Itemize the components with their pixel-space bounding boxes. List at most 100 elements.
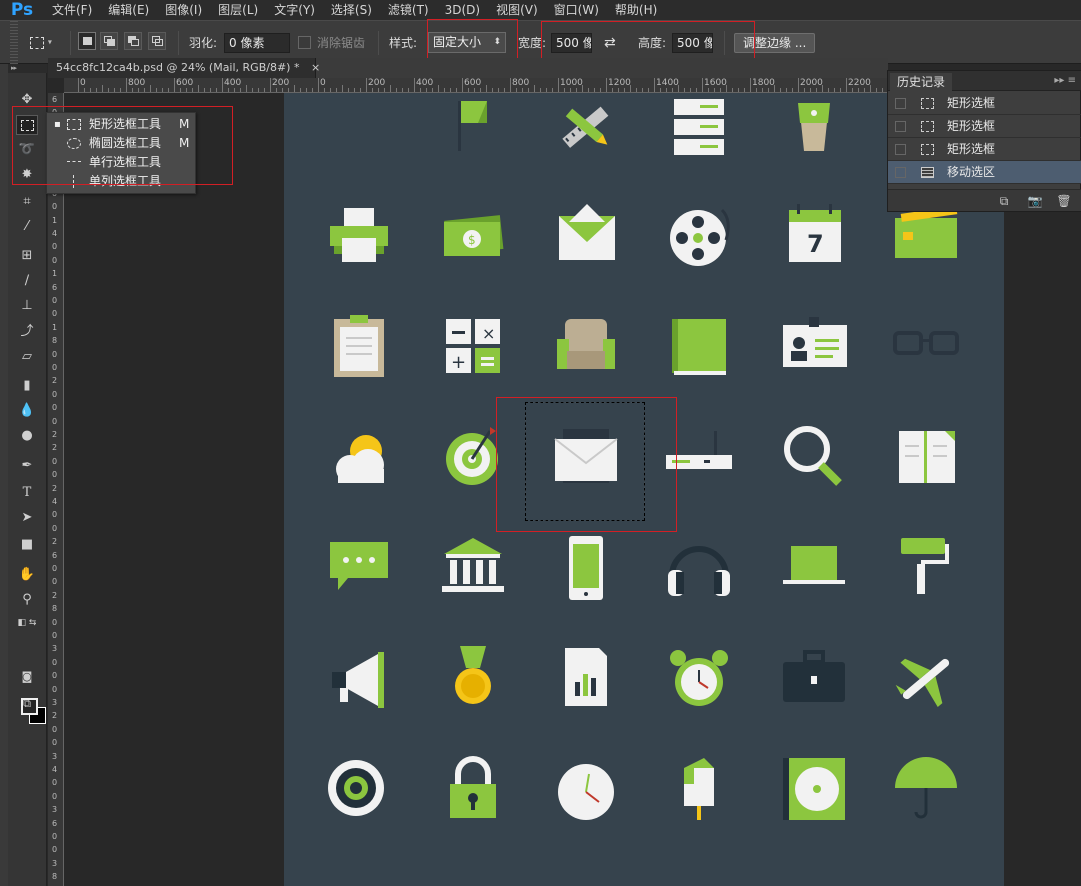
blur-tool-icon[interactable]: 💧 (16, 401, 38, 421)
screen-mode-icon[interactable]: ⧉ (16, 694, 38, 714)
clone-stamp-tool-icon[interactable]: ⊥ (16, 296, 38, 316)
menu-window[interactable]: 窗口(W) (546, 0, 607, 20)
ruler-minor-tick (150, 85, 151, 92)
crop-tool-icon[interactable]: ⌗ (16, 192, 38, 212)
close-icon[interactable]: × (311, 61, 320, 74)
ruler-minor-tick (504, 88, 505, 92)
history-panel: 历史记录 ▸▸ ≡ 矩形选框 矩形选框 矩形选框 移动选区 ⧉ 📷 🗑 (887, 70, 1081, 212)
move-tool-icon[interactable]: ✥ (16, 90, 38, 110)
menu-type[interactable]: 文字(Y) (266, 0, 323, 20)
ruler-minor-tick (408, 88, 409, 92)
coffee-cup-icon (779, 93, 849, 163)
refine-edge-button[interactable]: 调整边缘 ... (734, 33, 816, 53)
gradient-tool-icon[interactable]: ▮ (16, 376, 38, 396)
type-tool-icon[interactable]: T (16, 483, 38, 503)
new-document-from-state-icon[interactable]: ⧉ (996, 193, 1012, 209)
ruler-digit: 3 (52, 858, 58, 868)
target-icon (438, 423, 508, 493)
ruler-minor-tick (330, 88, 331, 92)
menu-view[interactable]: 视图(V) (488, 0, 546, 20)
history-item-selected[interactable]: 移动选区 (888, 161, 1081, 184)
ruler-digit: 0 (52, 349, 58, 359)
add-to-selection-button[interactable] (100, 32, 118, 50)
menu-help[interactable]: 帮助(H) (607, 0, 665, 20)
flyout-item-label: 矩形选框工具 (89, 117, 162, 131)
menu-filter[interactable]: 滤镜(T) (380, 0, 437, 20)
subtract-from-selection-button[interactable] (124, 32, 142, 50)
lasso-tool-icon[interactable]: ➰ (16, 140, 38, 160)
ruler-minor-tick (834, 88, 835, 92)
antialias-checkbox[interactable] (298, 36, 311, 49)
trash-icon[interactable]: 🗑 (1056, 193, 1072, 209)
ruler-digit: 2 (52, 590, 58, 600)
eyedropper-tool-icon[interactable]: ⁄ (16, 217, 38, 237)
zoom-tool-icon[interactable]: ⚲ (16, 590, 38, 610)
collapse-arrows-icon[interactable]: ▸▸ (8, 64, 47, 73)
magic-wand-tool-icon[interactable]: ✸ (16, 165, 38, 185)
history-brush-tool-icon[interactable]: ⤴ (16, 322, 38, 342)
menu-image[interactable]: 图像(I) (157, 0, 210, 20)
marquee-tool-icon[interactable] (16, 115, 38, 135)
history-panel-footer: ⧉ 📷 🗑 (888, 189, 1081, 211)
snapshot-checkbox[interactable] (895, 167, 906, 178)
ruler-vertical: 6010012001400160018002000220024002600280… (48, 93, 64, 886)
history-item[interactable]: 矩形选框 (888, 138, 1081, 161)
eraser-tool-icon[interactable]: ▱ (16, 347, 38, 367)
panel-menu-icon[interactable]: ▸▸ ≡ (1054, 73, 1076, 89)
ruler-label: 1400 (656, 78, 679, 88)
history-item[interactable]: 矩形选框 (888, 92, 1081, 115)
ruler-label: 0 (320, 78, 326, 88)
style-select[interactable]: 固定大小 ⬍ (428, 32, 506, 53)
rect-marquee-icon (921, 144, 934, 155)
flyout-item-single-column-marquee[interactable]: 单列选框工具 (47, 172, 197, 191)
menu-select[interactable]: 选择(S) (323, 0, 380, 20)
ruler-digit: 0 (52, 255, 58, 265)
menu-file[interactable]: 文件(F) (44, 0, 100, 20)
healing-brush-tool-icon[interactable]: ⊞ (16, 246, 38, 266)
snapshot-checkbox[interactable] (895, 144, 906, 155)
router-icon (664, 423, 734, 493)
history-tab[interactable]: 历史记录 (890, 73, 953, 91)
ruler-digit: 1 (52, 215, 58, 225)
flyout-item-single-row-marquee[interactable]: 单行选框工具 (47, 153, 197, 172)
pen-tool-icon[interactable]: ✒ (16, 456, 38, 476)
default-colors-icon[interactable]: ◧ ⇆ (16, 613, 38, 633)
snapshot-checkbox[interactable] (895, 121, 906, 132)
brush-tool-icon[interactable]: ∕ (16, 271, 38, 291)
width-input[interactable]: 500 像 (551, 33, 592, 53)
flyout-item-ellipse-marquee[interactable]: 椭圆选框工具 M (47, 134, 197, 153)
svg-text:$: $ (468, 233, 476, 247)
rectangle-tool-icon[interactable]: ■ (16, 535, 38, 555)
menu-layer[interactable]: 图层(L) (210, 0, 266, 20)
ruler-minor-tick (600, 88, 601, 92)
ruler-minor-tick (120, 88, 121, 92)
intersect-selection-button[interactable] (148, 32, 166, 50)
tool-preset-picker[interactable]: ▾ (30, 32, 64, 52)
selection-marquee[interactable] (525, 402, 645, 521)
flyout-item-rect-marquee[interactable]: ▪ 矩形选框工具 M (47, 115, 197, 134)
ruler-minor-tick (492, 88, 493, 92)
hand-tool-icon[interactable]: ✋ (16, 565, 38, 585)
menu-3d[interactable]: 3D(D) (437, 0, 488, 20)
height-input[interactable]: 500 像 (672, 33, 713, 53)
calculator-icon: × + (438, 313, 508, 383)
history-item[interactable]: 矩形选框 (888, 115, 1081, 138)
feather-input[interactable]: 0 像素 (224, 33, 290, 53)
camera-snapshot-icon[interactable]: 📷 (1027, 193, 1043, 209)
laptop-icon (779, 534, 849, 604)
ruler-minor-tick (540, 88, 541, 92)
path-selection-tool-icon[interactable]: ➤ (16, 508, 38, 528)
ruler-minor-tick (792, 88, 793, 92)
options-grip[interactable] (10, 21, 18, 65)
swap-dimensions-icon[interactable]: ⇄ (604, 33, 616, 53)
menu-edit[interactable]: 编辑(E) (100, 0, 157, 20)
document-tab[interactable]: 54cc8fc12ca4b.psd @ 24% (Mail, RGB/8#) *… (48, 58, 320, 78)
new-selection-button[interactable] (78, 32, 96, 50)
dodge-tool-icon[interactable]: ● (16, 426, 38, 446)
snapshot-checkbox[interactable] (895, 98, 906, 109)
bank-icon (438, 534, 508, 604)
airplane-icon (891, 644, 961, 714)
ruler-minor-tick (360, 88, 361, 92)
pencil-ruler-icon (551, 93, 621, 163)
quick-mask-icon[interactable]: ◙ (16, 667, 38, 687)
